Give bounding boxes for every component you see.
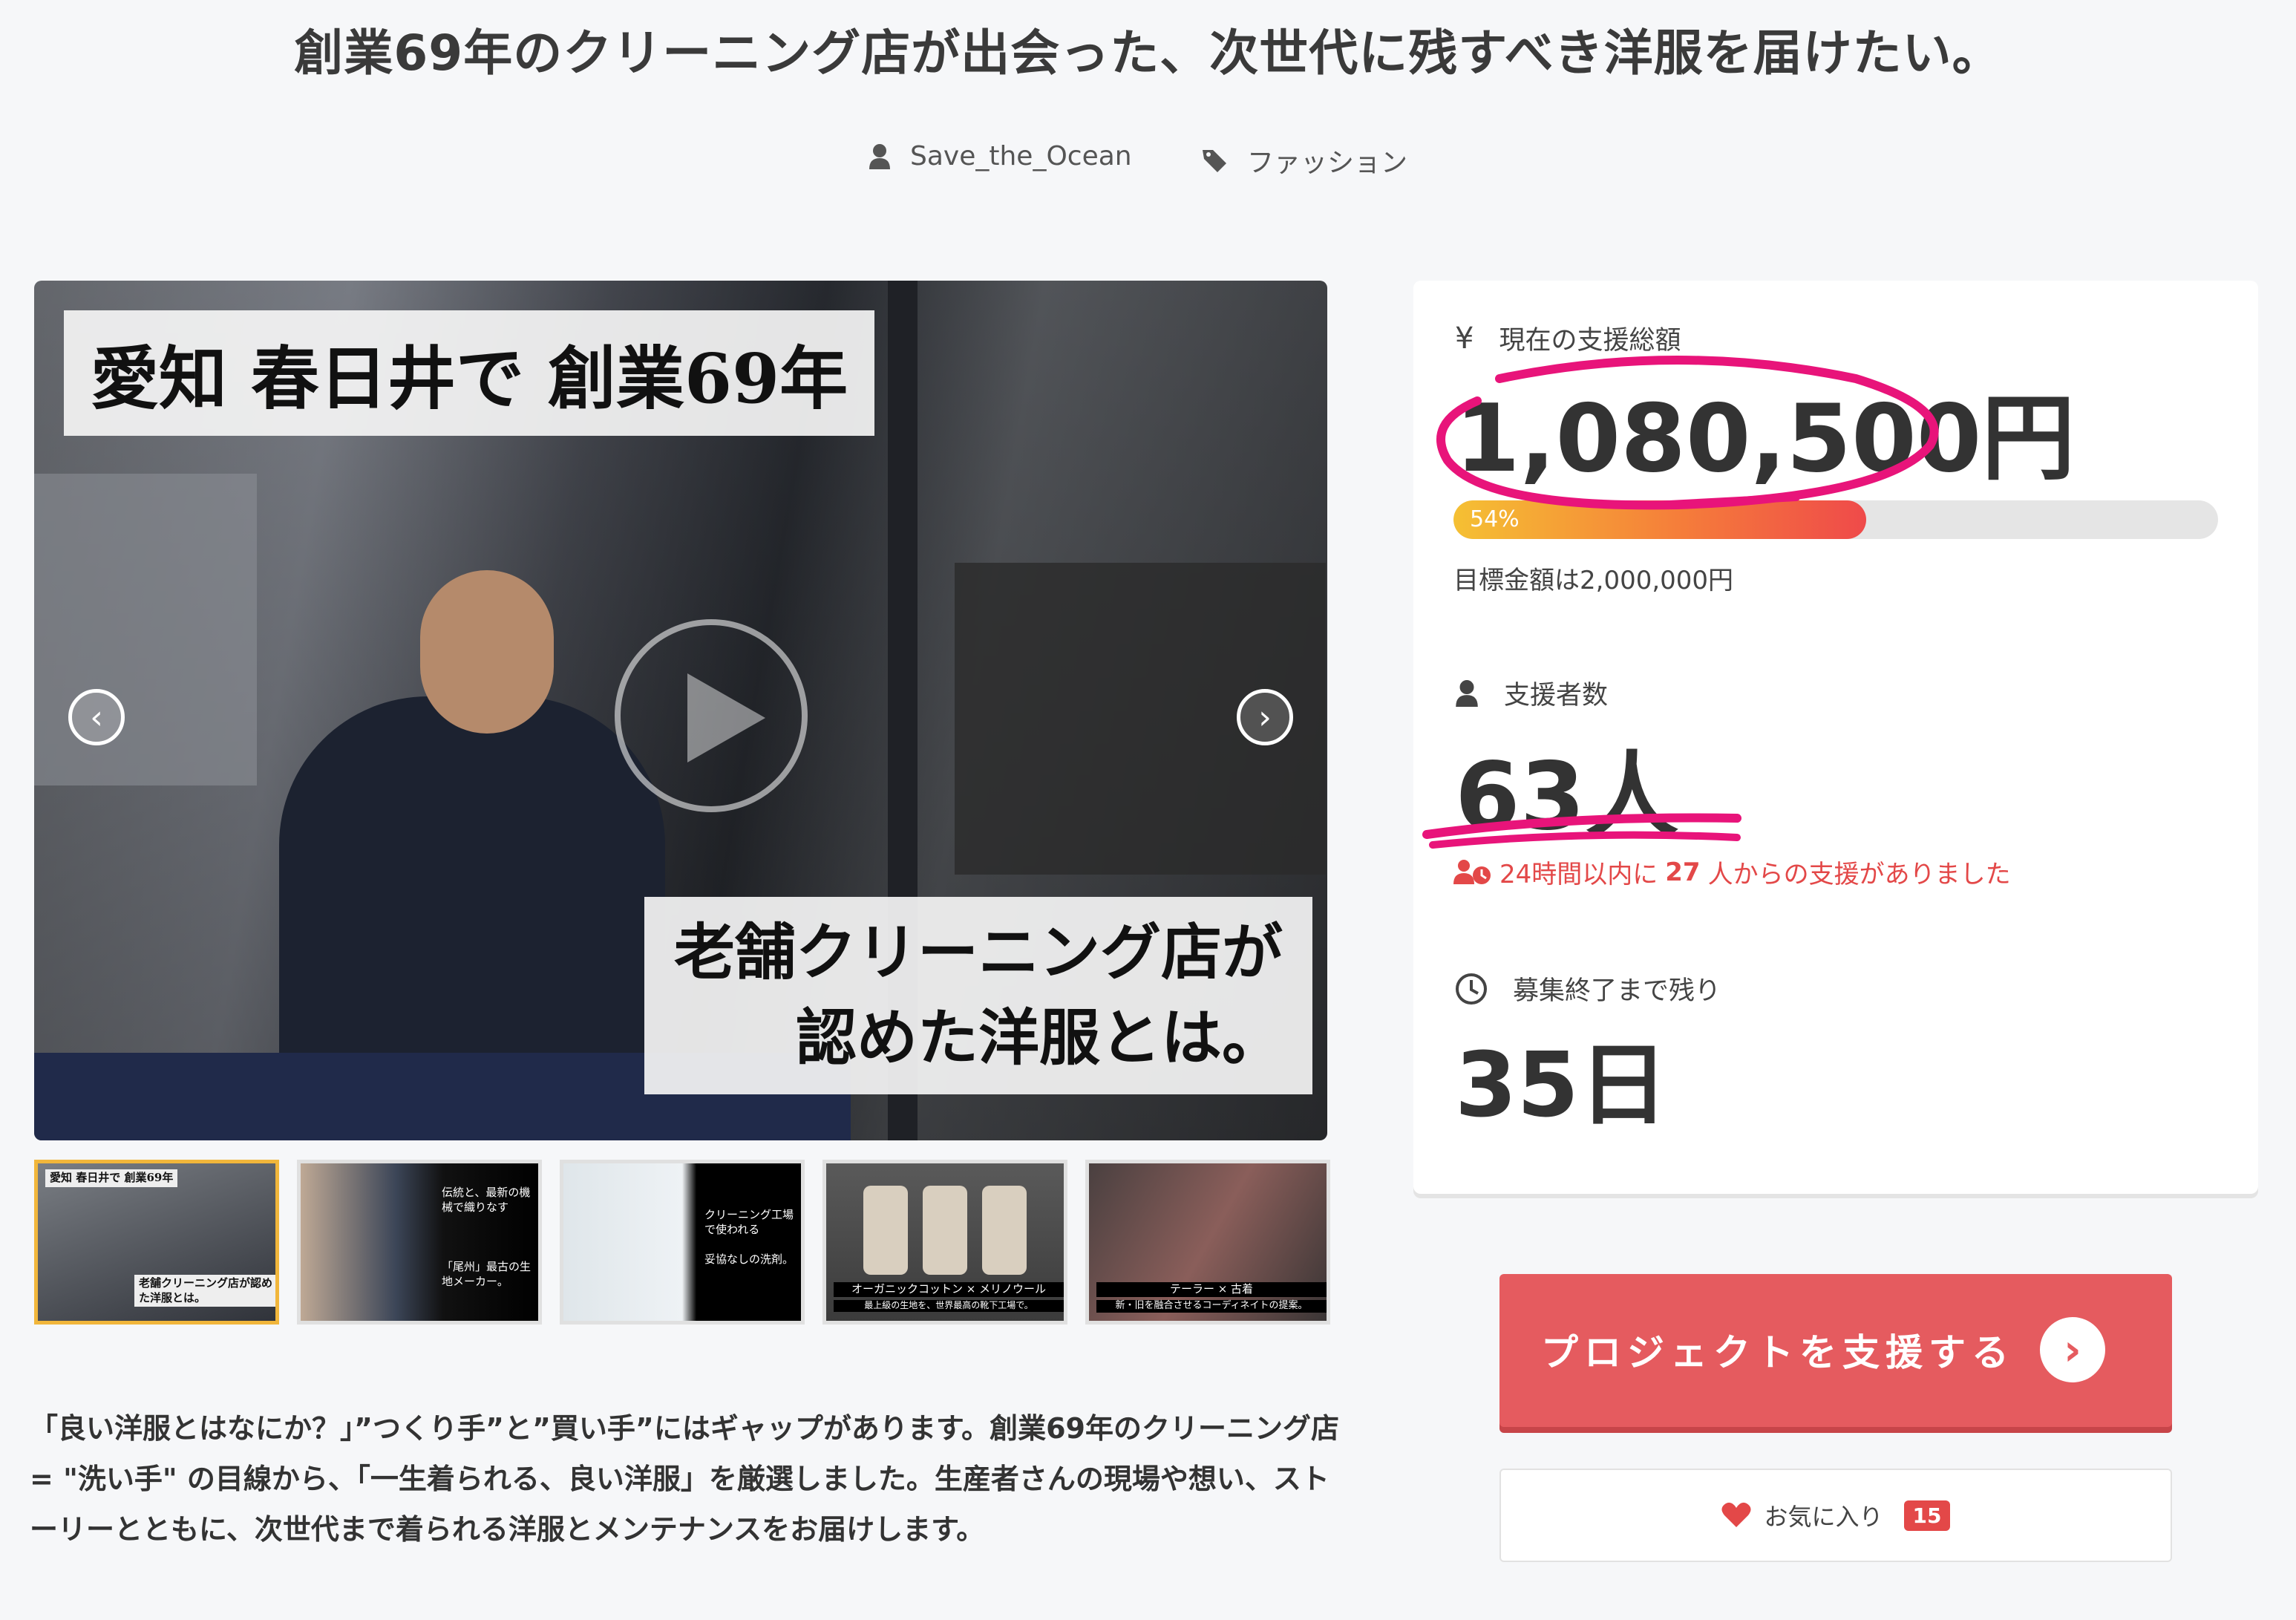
hero-caption-line1: 老舗クリーニング店が (673, 917, 1283, 988)
hero-caption-top: 愛知 春日井で 創業69年 (64, 310, 875, 436)
supporters-label-row: 支援者数 (1455, 674, 1608, 712)
project-description: 「良い洋服とはなにか？」”つくり手”と”買い手”にはギャップがあります。創業69… (30, 1412, 1339, 1546)
support-button-label: プロジェクトを支援する (1541, 1331, 2015, 1374)
recent-prefix: 24時間以内に (1499, 860, 1658, 889)
favorite-label: お気に入り (1764, 1503, 1883, 1531)
hero-figure (279, 696, 665, 1112)
thumbnail-strip: 愛知 春日井で 創業69年 老舗クリーニング店が認めた洋服とは。 伝統と、最新の… (34, 1160, 1330, 1327)
total-label: 現在の支援総額 (1499, 326, 1681, 356)
yen-icon: ¥ (1455, 321, 1474, 356)
thumbnail-caption: 妥協なしの洗剤。 (704, 1252, 794, 1266)
favorite-button[interactable]: お気に入り 15 (1499, 1469, 2172, 1562)
hero-caption-line2: 認めた洋服とは。 (795, 1002, 1283, 1074)
total-amount: 1,080,500円 (1455, 384, 2076, 493)
user-icon (1456, 679, 1478, 707)
thumbnail-caption: 伝統と、最新の機械で織りなす (442, 1186, 531, 1214)
user-icon (869, 143, 890, 169)
remaining-label-row: 募集終了まで残り (1455, 970, 1721, 1007)
thumbnail-caption: 愛知 春日井で 創業69年 (45, 1169, 178, 1187)
goal-amount: 目標金額は2,000,000円 (1453, 566, 1734, 595)
hero-caption-bottom: 老舗クリーニング店が 認めた洋服とは。 (644, 897, 1312, 1094)
thumbnail-5[interactable]: テーラー × 古着 新・旧を融合させるコーディネイトの提案。 (1085, 1160, 1330, 1325)
carousel-prev-button[interactable]: ‹ (68, 689, 125, 745)
thumbnail-caption: クリーニング工場で使われる (704, 1208, 794, 1236)
thumbnail-2[interactable]: 伝統と、最新の機械で織りなす 「尾州」最古の生地メーカー。 (297, 1160, 542, 1325)
thumbnail-caption: 最上級の生地を、世界最高の靴下工場で。 (834, 1300, 1064, 1312)
chevron-right-icon: › (2040, 1317, 2105, 1382)
thumbnail-3[interactable]: クリーニング工場で使われる 妥協なしの洗剤。 (560, 1160, 805, 1325)
stats-card: ¥ 現在の支援総額 1,080,500円 54% 目標金額は2,000,000円… (1413, 281, 2258, 1194)
author-name: Save_the_Ocean (910, 141, 1132, 172)
thumbnail-caption: テーラー × 古着 (1096, 1282, 1327, 1297)
chevron-left-icon: ‹ (90, 698, 103, 736)
heart-icon (1721, 1502, 1751, 1527)
category-name: ファッション (1247, 148, 1408, 178)
supporters-count: 63人 (1455, 742, 1679, 851)
chevron-right-icon: › (1258, 698, 1272, 736)
hero-figure-head (420, 570, 554, 734)
support-project-button[interactable]: プロジェクトを支援する › (1499, 1274, 2172, 1427)
thumbnail-caption: 「尾州」最古の生地メーカー。 (442, 1260, 532, 1288)
total-label-row: ¥ 現在の支援総額 (1455, 319, 1681, 357)
remaining-days: 35日 (1455, 1034, 1668, 1137)
thumbnail-caption: 老舗クリーニング店が認めた洋服とは。 (134, 1275, 275, 1307)
thumbnail-caption: 新・旧を融合させるコーディネイトの提案。 (1096, 1300, 1327, 1313)
hero-media[interactable]: 愛知 春日井で 創業69年 老舗クリーニング店が 認めた洋服とは。 ‹ › (34, 281, 1327, 1140)
funding-progress-bar: 54% (1453, 500, 2218, 539)
users-clock-icon (1453, 859, 1491, 884)
remaining-label: 募集終了まで残り (1513, 976, 1721, 1006)
author-link[interactable]: Save_the_Ocean (869, 141, 1132, 172)
play-icon (687, 673, 765, 762)
favorite-count-badge: 15 (1903, 1500, 1951, 1531)
project-meta: Save_the_Ocean ファッション (0, 141, 2296, 186)
progress-percent: 54% (1470, 506, 1520, 532)
page-title: 創業69年のクリーニング店が出会った、次世代に残すべき洋服を届けたい。 (294, 25, 2002, 82)
play-video-button[interactable] (615, 619, 808, 812)
thumbnail-caption: オーガニックコットン × メリノウール (834, 1282, 1064, 1297)
supporters-label: 支援者数 (1504, 681, 1609, 711)
recent-supporters-note: 24時間以内に 27 人からの支援がありました (1453, 854, 2011, 890)
tag-icon (1203, 150, 1226, 172)
recent-suffix: 人からの支援がありました (1707, 860, 2011, 889)
recent-count: 27 (1665, 857, 1701, 887)
clock-icon (1456, 973, 1487, 1005)
carousel-next-button[interactable]: › (1237, 689, 1293, 745)
category-link[interactable]: ファッション (1201, 141, 1407, 180)
thumbnail-1[interactable]: 愛知 春日井で 創業69年 老舗クリーニング店が認めた洋服とは。 (34, 1160, 279, 1325)
thumbnail-4[interactable]: オーガニックコットン × メリノウール 最上級の生地を、世界最高の靴下工場で。 (822, 1160, 1067, 1325)
